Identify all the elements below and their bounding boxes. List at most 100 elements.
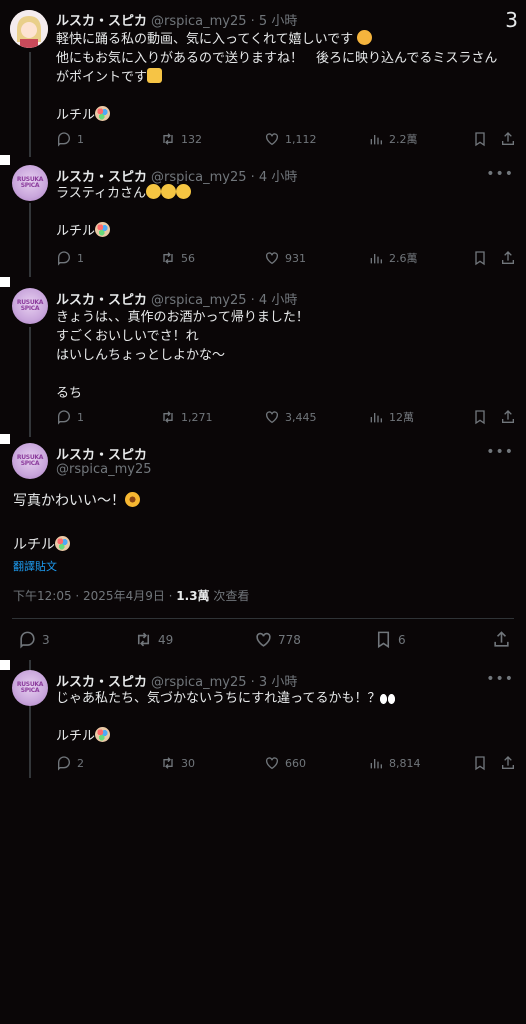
main-tweet-sign: ルチル: [13, 536, 473, 555]
retweet-icon: [163, 252, 173, 264]
timestamp[interactable]: · 4 小時: [251, 293, 298, 308]
like-button[interactable]: 3,445: [264, 409, 317, 425]
reply-button[interactable]: 2: [56, 755, 84, 771]
thumbs-up-emoji: [147, 68, 163, 83]
tweet-header: ルスカ・スピカ @rspica_my25 · 3 小時: [56, 671, 297, 690]
palette-emoji: [55, 536, 70, 551]
display-name[interactable]: ルスカ・スピカ: [56, 170, 147, 185]
tweet-header: ルスカ・スピカ: [56, 444, 147, 463]
retweet-icon: [137, 632, 150, 647]
retweet-button[interactable]: 132: [160, 131, 202, 147]
display-name[interactable]: ルスカ・スピカ: [56, 448, 147, 463]
views-button[interactable]: 2.2萬: [368, 131, 418, 147]
bookmark-button[interactable]: [472, 755, 488, 771]
views-icon: [370, 413, 382, 423]
like-icon: [266, 252, 278, 265]
avatar[interactable]: RUSUKA SPICA: [12, 165, 48, 201]
more-icon[interactable]: •••: [486, 671, 514, 687]
tweet-actions: 1 1,271 3,445 12萬: [56, 409, 516, 429]
reply-button[interactable]: 1: [56, 131, 84, 147]
handle[interactable]: @rspica_my25: [151, 170, 247, 185]
divider: [12, 618, 514, 619]
translate-link[interactable]: 翻譯貼文: [13, 557, 473, 576]
tweet-text: ラスティカさん ルチル: [56, 184, 516, 241]
share-button[interactable]: [500, 131, 516, 147]
tweet-actions: 1 56 931 2.6萬: [56, 250, 516, 270]
share-icon: [502, 132, 514, 145]
retweet-button[interactable]: 30: [160, 755, 195, 771]
thread-line: [29, 203, 31, 277]
more-icon[interactable]: •••: [486, 166, 514, 182]
avatar[interactable]: RUSUKA SPICA: [12, 288, 48, 324]
retweet-button[interactable]: 56: [160, 250, 195, 266]
avatar[interactable]: [10, 10, 48, 48]
bookmark-button[interactable]: 6: [374, 630, 406, 649]
like-button[interactable]: 660: [264, 755, 306, 771]
thread-line: [29, 327, 31, 437]
bookmark-button[interactable]: [472, 131, 488, 147]
share-button[interactable]: [500, 250, 516, 266]
retweet-icon: [163, 411, 173, 423]
retweet-button[interactable]: 49: [134, 630, 173, 649]
corner-marker: [0, 660, 10, 670]
display-name[interactable]: ルスカ・スピカ: [56, 14, 147, 29]
handle[interactable]: @rspica_my25: [151, 675, 247, 690]
timestamp[interactable]: · 5 小時: [251, 14, 298, 29]
tweet-text: きょうは、、真作のお酒かって帰りました！ すごくおいしいでさ！れ はいしんちょっ…: [56, 310, 309, 401]
avatar[interactable]: RUSUKA SPICA: [12, 670, 48, 706]
palette-emoji: [95, 727, 111, 742]
views-button[interactable]: 8,814: [368, 755, 421, 771]
views-button[interactable]: 2.6萬: [368, 250, 418, 266]
corner-marker: [0, 155, 10, 165]
share-icon: [502, 756, 514, 769]
main-tweet-text: 写真かわいい〜！: [13, 492, 473, 511]
share-button[interactable]: [500, 409, 516, 425]
tweet-header: ルスカ・スピカ @rspica_my25 · 4 小時: [56, 166, 297, 185]
handle[interactable]: @rspica_my25: [56, 462, 152, 477]
views-icon: [370, 254, 382, 264]
palette-emoji: [95, 222, 111, 237]
reply-icon: [58, 410, 70, 425]
reply-button[interactable]: 3: [18, 630, 50, 649]
palette-emoji: [95, 106, 111, 121]
bookmark-icon: [475, 410, 485, 425]
timestamp[interactable]: · 3 小時: [251, 675, 298, 690]
handle[interactable]: @rspica_my25: [151, 293, 247, 308]
timestamp[interactable]: · 4 小時: [251, 170, 298, 185]
tweet-text: 軽快に踊る私の動画、気に入ってくれて嬉しいです 他にもお気に入りがあるので送りま…: [56, 30, 498, 123]
more-icon[interactable]: •••: [486, 444, 514, 460]
handle-line: @rspica_my25: [56, 462, 152, 477]
bookmark-button[interactable]: [472, 409, 488, 425]
flower-emoji: [125, 492, 140, 507]
reply-icon: [58, 756, 70, 771]
like-button[interactable]: 1,112: [264, 131, 317, 147]
corner-marker: [0, 434, 10, 444]
like-icon: [256, 632, 271, 647]
like-button[interactable]: 778: [254, 630, 301, 649]
reply-icon: [58, 251, 70, 266]
share-button[interactable]: [500, 755, 516, 771]
reply-button[interactable]: 1: [56, 250, 84, 266]
corner-marker: [0, 277, 10, 287]
retweet-icon: [163, 757, 173, 769]
avatar[interactable]: RUSUKA SPICA: [12, 443, 48, 479]
retweet-button[interactable]: 1,271: [160, 409, 213, 425]
reply-button[interactable]: 1: [56, 409, 84, 425]
views-button[interactable]: 12萬: [368, 409, 414, 425]
reply-icon: [20, 631, 35, 649]
bookmark-icon: [475, 251, 485, 266]
bookmark-button[interactable]: [472, 250, 488, 266]
reply-icon: [58, 132, 70, 147]
share-icon: [502, 410, 514, 423]
like-button[interactable]: 931: [264, 250, 306, 266]
retweet-icon: [163, 133, 173, 145]
main-tweet-actions: 3 49 778 6: [18, 630, 513, 650]
notification-count: 3: [505, 8, 518, 32]
bookmark-icon: [377, 631, 390, 649]
share-button[interactable]: [492, 630, 511, 649]
share-icon: [502, 251, 514, 264]
display-name[interactable]: ルスカ・スピカ: [56, 293, 147, 308]
handle[interactable]: @rspica_my25: [151, 14, 247, 29]
display-name[interactable]: ルスカ・スピカ: [56, 675, 147, 690]
bookmark-icon: [475, 756, 485, 771]
